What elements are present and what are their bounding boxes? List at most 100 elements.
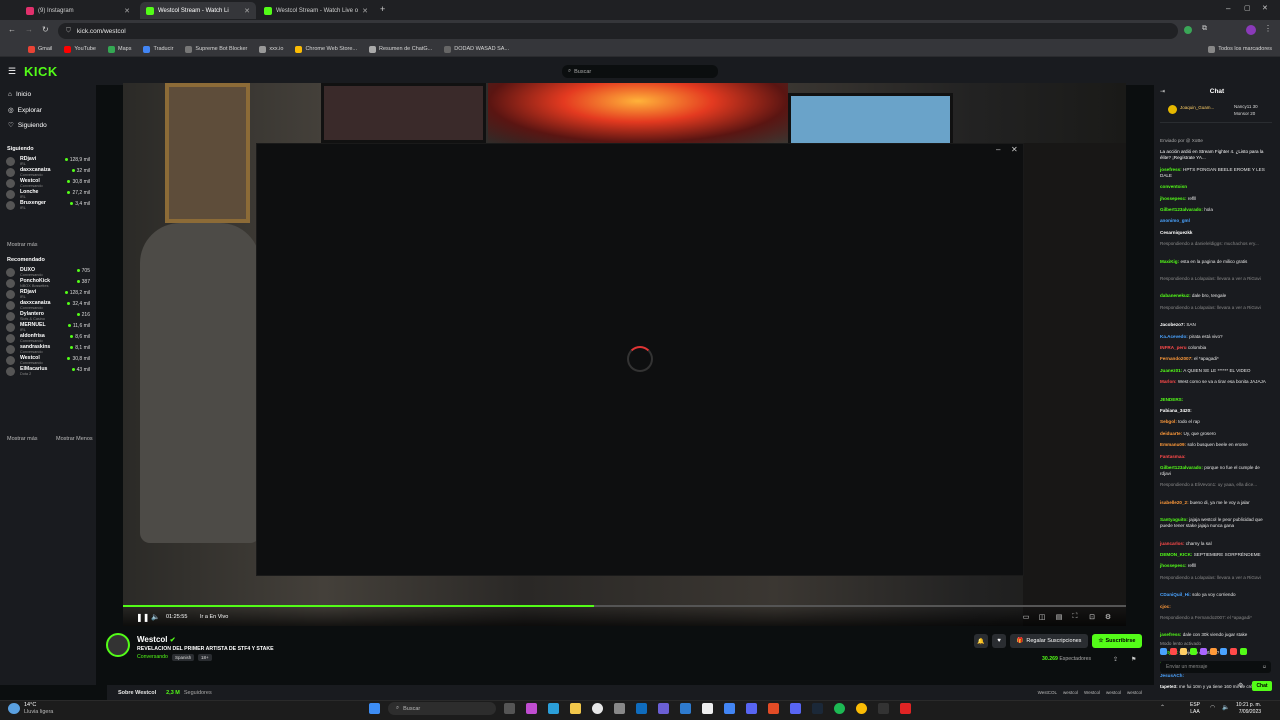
social-link-tiktok[interactable]: westcol (1127, 690, 1142, 695)
chat-username[interactable]: isabelle20_2: (1160, 500, 1189, 505)
close-tab-icon[interactable]: ✕ (362, 7, 368, 15)
chrome-icon[interactable] (592, 703, 603, 714)
taskbar-search[interactable]: ⌕ Buscar (388, 702, 496, 715)
follow-heart-button[interactable]: ♥ (992, 634, 1006, 648)
profile-avatar[interactable] (1246, 25, 1256, 35)
site-info-icon[interactable]: ⛉ (66, 27, 71, 35)
back-icon[interactable]: ← (8, 25, 16, 34)
edge-icon[interactable] (548, 703, 559, 714)
show-more-recommended[interactable]: Mostrar más (7, 436, 38, 442)
nav-following[interactable]: ♡ Siguiendo (8, 121, 47, 130)
chat-username[interactable]: JesusACh: (1160, 673, 1184, 678)
social-link-instagram[interactable]: westcol (1063, 690, 1078, 695)
chat-username[interactable]: CDaniQuil_Hi: (1160, 592, 1191, 597)
forward-icon[interactable]: → (25, 25, 33, 34)
maximize-window-icon[interactable]: ▢ (1244, 4, 1251, 12)
chat-username[interactable]: conventoisn (1160, 184, 1187, 189)
language-indicator[interactable]: ESP LAA (1190, 702, 1200, 716)
social-link-twitter[interactable]: WestCOL (1038, 690, 1057, 695)
weather-widget[interactable]: 14°C Lluvia ligera (24, 702, 53, 716)
sidebar-channel[interactable]: sandraskins Conversando 8,1 mil (6, 344, 92, 355)
sidebar-channel[interactable]: Westcol Conversando 30,8 mil (6, 355, 92, 366)
chat-username[interactable]: Fernando2007: (1160, 356, 1193, 361)
emote-icon[interactable] (1240, 648, 1247, 655)
sidebar-channel[interactable]: MERNUEL IRL 11,6 mil (6, 322, 92, 333)
volume-icon[interactable]: 🔈 (151, 613, 160, 621)
app-icon[interactable] (614, 703, 625, 714)
file-explorer-icon[interactable] (570, 703, 581, 714)
show-more-following[interactable]: Mostrar más (7, 242, 38, 248)
bookmark-other[interactable]: DODAD WASAD SA... (444, 45, 509, 53)
chat-username[interactable]: jhossepesc: (1160, 196, 1187, 201)
emote-icon[interactable] (1220, 648, 1227, 655)
discord-icon[interactable] (790, 703, 801, 714)
overlay-minimize-icon[interactable]: – (996, 145, 1000, 154)
bookmark-translate[interactable]: Traducir (143, 45, 173, 53)
tab-westcol-active[interactable]: Westcol Stream - Watch Li ✕ (140, 2, 256, 19)
social-link-facebook[interactable]: Westcol (1084, 690, 1100, 695)
stream-category[interactable]: Conversando (137, 654, 168, 660)
sidebar-channel[interactable]: Lonche IRL 27,2 mil (6, 189, 92, 200)
chat-username[interactable]: jhossepesc: (1160, 563, 1187, 568)
reload-icon[interactable]: ↻ (42, 25, 49, 34)
chat-username[interactable]: Fabiana_3420: (1160, 408, 1192, 413)
new-tab-button[interactable]: + (380, 4, 385, 14)
browser-menu-icon[interactable]: ⋮ (1264, 24, 1272, 33)
progress-bar[interactable] (123, 605, 1126, 607)
camera-icon[interactable]: ◫ (1037, 613, 1047, 622)
chat-username[interactable]: Marlon: (1160, 379, 1177, 384)
extension-icon[interactable] (1184, 26, 1192, 34)
chat-username[interactable]: Santyaguito: (1160, 517, 1188, 522)
bookmark-gmail[interactable]: Gmail (28, 45, 52, 53)
taskbar-clock[interactable]: 10:21 p. m. 7/09/2023 (1236, 702, 1261, 716)
tab-westcol[interactable]: Westcol Stream - Watch Live o ✕ (258, 2, 374, 19)
spotify-icon[interactable] (834, 703, 845, 714)
chat-username[interactable]: INFRA_peru (1160, 345, 1187, 350)
social-link-youtube[interactable]: westcol (1106, 690, 1121, 695)
url-field[interactable]: ⛉ kick.com/westcol (58, 23, 1178, 39)
chat-username[interactable]: Gilbert123alvarado: (1160, 465, 1203, 470)
emote-icon[interactable] (1180, 648, 1187, 655)
app-icon[interactable] (900, 703, 911, 714)
clip-icon[interactable]: ▭ (1021, 613, 1031, 622)
theater-mode-icon[interactable]: ▤ (1054, 613, 1064, 622)
pause-button[interactable]: ❚❚ (136, 613, 149, 622)
app-icon[interactable] (768, 703, 779, 714)
wifi-icon[interactable]: ◠ (1210, 704, 1215, 711)
sidebar-channel[interactable]: daxxcanaiza Conversando 32 mil (6, 167, 92, 178)
tab-instagram[interactable]: (9) Instagram ✕ (20, 2, 136, 19)
sidebar-channel[interactable]: Bruxenger IRL 3,4 mil (6, 200, 92, 211)
chat-username[interactable]: Emmanu09: (1160, 442, 1186, 447)
bookmark-youtube[interactable]: YouTube (64, 45, 96, 53)
tray-chevron-icon[interactable]: ⌃ (1160, 704, 1165, 711)
nav-explore[interactable]: ◎ Explorar (8, 106, 42, 115)
subscribe-button[interactable]: ☆ Suscribirse (1092, 634, 1142, 648)
sidebar-channel[interactable]: aldonfrisa Conversando 8,6 mil (6, 333, 92, 344)
chat-username[interactable]: Gilbert123alvarado: (1160, 207, 1203, 212)
chat-message-input[interactable]: Enviar un mensaje ☺ (1160, 661, 1271, 673)
chat-username[interactable]: Sebgol: (1160, 419, 1177, 424)
chat-username[interactable]: cjoc: (1160, 604, 1171, 609)
chat-username[interactable]: DEMON_KICK: (1160, 552, 1192, 557)
bookmark-xxx[interactable]: xxx.io (259, 45, 283, 53)
go-live-button[interactable]: Ir a En Vivo (200, 614, 228, 620)
gift-subscriptions-button[interactable]: 🎁 Regalar Suscripciones (1010, 634, 1088, 648)
fullscreen-icon[interactable]: ⛶ (1070, 613, 1080, 622)
close-window-icon[interactable]: ✕ (1262, 4, 1268, 12)
bookmark-supreme[interactable]: Supreme Bot Blocker (185, 45, 247, 53)
search-input[interactable]: ⌕ Buscar (562, 65, 718, 78)
bookmark-webstore[interactable]: Chrome Web Store... (295, 45, 357, 53)
steam-icon[interactable] (812, 703, 823, 714)
sidebar-channel[interactable]: ElMacarius Dota 2 43 mil (6, 366, 92, 377)
close-tab-icon[interactable]: ✕ (244, 7, 250, 15)
sidebar-channel[interactable]: RDjavi IRL 128,2 mil (6, 289, 92, 300)
notepad-icon[interactable] (702, 703, 713, 714)
send-chat-button[interactable]: Chat (1252, 681, 1272, 691)
copilot-icon[interactable] (526, 703, 537, 714)
chat-username[interactable]: Juanez01: (1160, 368, 1182, 373)
chat-username[interactable]: Cesarniquezkk (1160, 230, 1192, 235)
teams-icon[interactable] (746, 703, 757, 714)
extensions-puzzle-icon[interactable]: ⧉ (1202, 25, 1207, 33)
emote-icon[interactable] (1160, 648, 1167, 655)
channel-name[interactable]: Westcol ✔ (137, 635, 176, 644)
